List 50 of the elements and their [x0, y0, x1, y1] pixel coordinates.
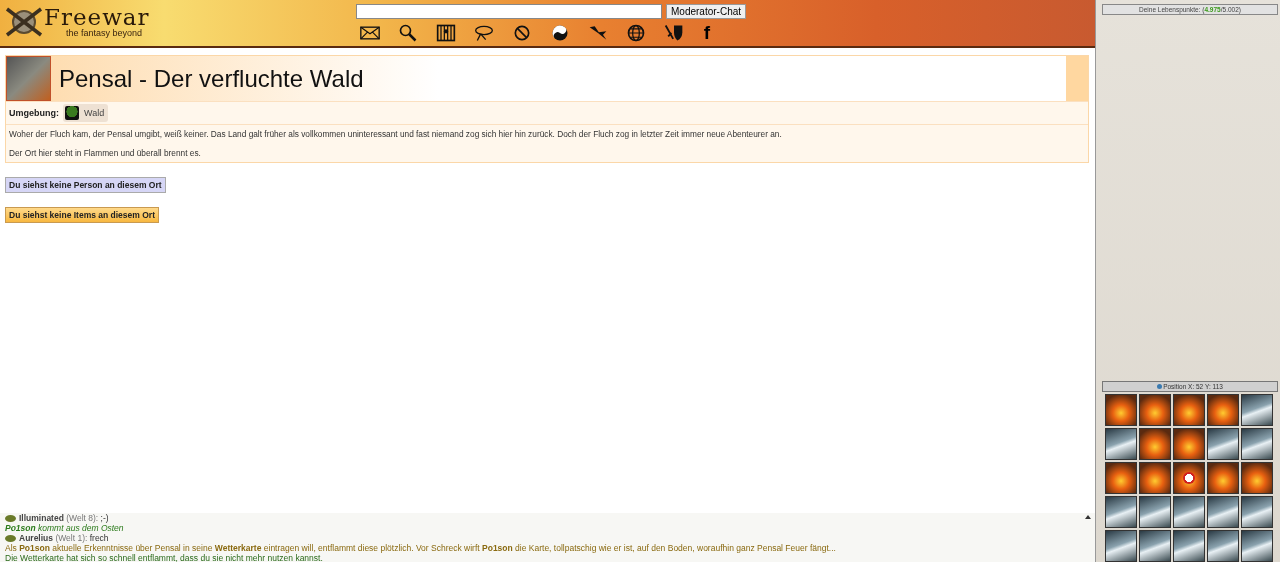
- lasso-icon[interactable]: [472, 23, 496, 43]
- eye-icon: [5, 514, 16, 522]
- moderator-chat-button[interactable]: Moderator-Chat: [666, 4, 747, 19]
- chat-message: Illuminated (Welt 8): ;-): [19, 513, 109, 523]
- logo-tagline: the fantasy beyond: [66, 28, 144, 38]
- snowy-mountain-tile[interactable]: [1139, 496, 1171, 528]
- environment-label: Umgebung:: [9, 108, 59, 118]
- burning-forest-tile[interactable]: [1207, 462, 1239, 494]
- items-button[interactable]: Du siehst keine Items an diesem Ort: [5, 207, 159, 223]
- burning-forest-tile[interactable]: [1139, 462, 1171, 494]
- tree-icon: [65, 106, 79, 120]
- burning-forest-tile[interactable]: [1139, 394, 1171, 426]
- burning-forest-tile[interactable]: [1173, 462, 1205, 494]
- snowy-mountain-tile[interactable]: [1173, 530, 1205, 562]
- place-title: Pensal - Der verfluchte Wald: [59, 64, 364, 93]
- snowy-mountain-tile[interactable]: [1105, 530, 1137, 562]
- snowy-mountain-tile[interactable]: [1139, 530, 1171, 562]
- environment-tag: Wald: [63, 104, 109, 122]
- chat-message: Als Po1son aktuelle Erkenntnisse über Pensal in seine Wetterkarte eintragen will, entflammt diese plötzlich. Vor Schreck wirft Po1son die Karte, tollpatschig wie er ist, auf den Boden, woraufhin ganz Pensal Feuer fängt...: [5, 543, 837, 553]
- burning-forest-tile[interactable]: [1241, 462, 1273, 494]
- burning-forest-tile[interactable]: [1173, 394, 1205, 426]
- facebook-icon[interactable]: f: [700, 23, 714, 43]
- logo-title: Freewar: [44, 6, 150, 28]
- snowy-mountain-tile[interactable]: [1105, 496, 1137, 528]
- scroll-up-arrow-icon[interactable]: [1085, 515, 1091, 519]
- chat-message: Die Wetterkarte hat sich so schnell entflammt, dass du sie nicht mehr nutzen kannst.: [5, 553, 324, 562]
- snowy-mountain-tile[interactable]: [1241, 530, 1273, 562]
- jail-icon[interactable]: [434, 23, 458, 43]
- chat-input[interactable]: [356, 4, 662, 19]
- burning-forest-tile[interactable]: [1173, 428, 1205, 460]
- snowy-mountain-tile[interactable]: [1207, 496, 1239, 528]
- description-text: Woher der Fluch kam, der Pensal umgibt, weiß keiner. Das Land galt früher als vollkommen uninteressant und fast niemand zog sich hier hin zurück. Doch der Fluch zog in letzter Zeit immer neue Abenteurer an.: [9, 129, 783, 139]
- persons-button[interactable]: Du siehst keine Person an diesem Ort: [5, 177, 166, 193]
- snowy-mountain-tile[interactable]: [1173, 496, 1205, 528]
- snowy-mountain-tile[interactable]: [1207, 428, 1239, 460]
- snowy-mountain-tile[interactable]: [1241, 428, 1273, 460]
- burning-forest-tile[interactable]: [1207, 394, 1239, 426]
- description-text: Der Ort hier steht in Flammen und überall brennt es.: [9, 148, 202, 158]
- eye-icon: [5, 534, 16, 542]
- burning-forest-tile[interactable]: [1139, 428, 1171, 460]
- snowy-mountain-tile[interactable]: [1241, 394, 1273, 426]
- place-photo-placeholder: [6, 56, 51, 101]
- burning-forest-tile[interactable]: [1105, 462, 1137, 494]
- chat-message: Aurelius (Welt 1): frech: [19, 533, 109, 543]
- snowy-mountain-tile[interactable]: [1207, 530, 1239, 562]
- snowy-mountain-tile[interactable]: [1241, 496, 1273, 528]
- burning-forest-tile[interactable]: [1105, 394, 1137, 426]
- snowy-mountain-tile[interactable]: [1105, 428, 1137, 460]
- chat-message: Po1son kommt aus dem Osten: [5, 523, 125, 533]
- crossed-swords-icon: [4, 6, 44, 38]
